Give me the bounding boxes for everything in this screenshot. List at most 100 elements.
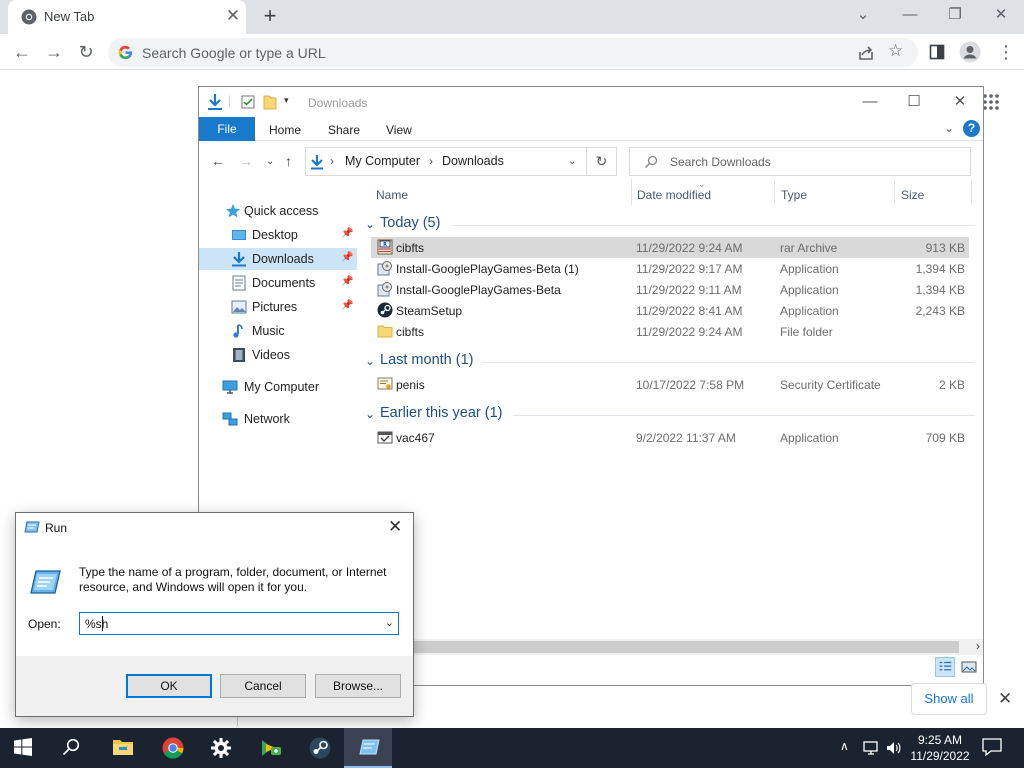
- group-header-last-month[interactable]: ⌄ Last month (1): [365, 351, 975, 373]
- tab-new-tab[interactable]: New Tab ✕: [8, 0, 246, 34]
- share-icon[interactable]: [856, 43, 876, 63]
- ribbon-tab-share[interactable]: Share: [328, 123, 360, 137]
- sidebar-item-documents[interactable]: Documents 📌: [199, 272, 357, 294]
- recent-locations-icon[interactable]: ⌄: [266, 156, 274, 167]
- pin-icon[interactable]: 📌: [341, 228, 353, 239]
- file-row[interactable]: R cibfts 11/29/2022 9:24 AM rar Archive …: [371, 237, 969, 258]
- large-icons-view-icon[interactable]: [959, 657, 979, 677]
- run-open-input[interactable]: %sh ⌄: [79, 612, 399, 635]
- taskbar-file-explorer[interactable]: [98, 728, 146, 768]
- show-all-downloads-button[interactable]: Show all: [911, 683, 987, 715]
- details-view-icon[interactable]: [935, 657, 955, 677]
- run-close-icon[interactable]: ✕: [388, 517, 402, 537]
- pin-icon[interactable]: 📌: [341, 252, 353, 263]
- ok-button[interactable]: OK: [126, 674, 212, 698]
- google-apps-grid-icon[interactable]: [983, 94, 999, 110]
- file-row[interactable]: SteamSetup 11/29/2022 8:41 AM Applicatio…: [371, 300, 969, 321]
- group-header-today[interactable]: ⌄ Today (5): [365, 214, 975, 236]
- explorer-maximize-icon[interactable]: ☐: [899, 92, 929, 112]
- taskbar-settings[interactable]: [197, 728, 245, 768]
- breadcrumb-my-computer[interactable]: My Computer: [345, 154, 420, 168]
- back-arrow-icon[interactable]: ←: [10, 40, 34, 64]
- properties-icon[interactable]: [241, 95, 255, 109]
- group-header-earlier-this-year[interactable]: ⌄ Earlier this year (1): [365, 404, 975, 426]
- file-row[interactable]: Install-GooglePlayGames-Beta 11/29/2022 …: [371, 279, 969, 300]
- scrollbar-thumb[interactable]: [399, 641, 959, 653]
- pin-icon[interactable]: 📌: [341, 300, 353, 311]
- column-header-type[interactable]: Type: [781, 188, 807, 202]
- ribbon-tab-view[interactable]: View: [386, 123, 412, 137]
- new-tab-button[interactable]: +: [258, 5, 282, 29]
- column-divider[interactable]: [631, 179, 632, 205]
- cancel-button[interactable]: Cancel: [220, 674, 306, 698]
- volume-icon[interactable]: [886, 740, 902, 756]
- group-collapse-chevron-icon[interactable]: ⌄: [365, 407, 375, 421]
- column-divider[interactable]: [894, 179, 895, 205]
- reload-icon[interactable]: ↻: [74, 40, 98, 64]
- help-icon[interactable]: ?: [963, 120, 980, 137]
- refresh-icon[interactable]: ↻: [587, 147, 617, 176]
- taskbar-run[interactable]: [344, 728, 392, 768]
- explorer-close-icon[interactable]: ✕: [945, 92, 975, 112]
- file-row[interactable]: vac467 9/2/2022 11:37 AM Application 709…: [371, 427, 969, 448]
- run-titlebar[interactable]: Run ✕: [16, 513, 413, 543]
- sidebar-item-pictures[interactable]: Pictures 📌: [199, 296, 357, 318]
- file-row[interactable]: cibfts 11/29/2022 9:24 AM File folder: [371, 321, 969, 342]
- minimize-icon[interactable]: —: [897, 4, 923, 26]
- file-row[interactable]: Install-GooglePlayGames-Beta (1) 11/29/2…: [371, 258, 969, 279]
- taskbar-search-button[interactable]: [48, 728, 96, 768]
- ribbon-tab-file[interactable]: File: [199, 117, 255, 141]
- nav-forward-icon[interactable]: →: [239, 153, 253, 169]
- sidebar-item-videos[interactable]: Videos: [199, 344, 357, 366]
- pin-icon[interactable]: 📌: [341, 276, 353, 287]
- browse-button[interactable]: Browse...: [315, 674, 401, 698]
- sidebar-item-quick-access[interactable]: Quick access: [199, 200, 357, 222]
- new-folder-icon[interactable]: [263, 94, 277, 110]
- nav-back-icon[interactable]: ←: [211, 153, 225, 169]
- explorer-minimize-icon[interactable]: —: [855, 92, 885, 112]
- explorer-titlebar[interactable]: | ▾ Downloads — ☐ ✕: [199, 87, 983, 117]
- run-history-dropdown-icon[interactable]: ⌄: [385, 616, 394, 629]
- omnibox[interactable]: Search Google or type a URL ☆: [108, 38, 918, 67]
- qat-dropdown-icon[interactable]: ▾: [284, 95, 289, 106]
- sidebar-item-network[interactable]: Network: [199, 408, 357, 430]
- download-bar-close-icon[interactable]: ✕: [998, 689, 1012, 709]
- breadcrumb-downloads[interactable]: Downloads: [442, 154, 504, 168]
- network-tray-icon[interactable]: [863, 740, 881, 756]
- column-header-size[interactable]: Size: [901, 188, 924, 202]
- restore-icon[interactable]: ❐: [942, 4, 968, 26]
- column-divider[interactable]: [971, 179, 972, 205]
- notification-center-icon[interactable]: [982, 738, 1002, 756]
- taskbar-chrome[interactable]: [148, 728, 196, 768]
- address-dropdown-icon[interactable]: ⌄: [568, 156, 576, 167]
- taskbar-steam[interactable]: [295, 728, 343, 768]
- side-panel-icon[interactable]: [929, 44, 945, 60]
- tab-close-icon[interactable]: ✕: [224, 7, 242, 25]
- forward-arrow-icon[interactable]: →: [42, 40, 66, 64]
- group-collapse-chevron-icon[interactable]: ⌄: [365, 217, 375, 231]
- tab-search-chevron-icon[interactable]: ⌄: [850, 4, 876, 26]
- column-header-name[interactable]: Name: [376, 188, 408, 202]
- group-collapse-chevron-icon[interactable]: ⌄: [365, 354, 375, 368]
- ribbon-expand-chevron-icon[interactable]: ⌄: [944, 121, 954, 135]
- search-downloads-input[interactable]: Search Downloads: [629, 147, 971, 176]
- chrome-menu-icon[interactable]: ⋮: [994, 40, 1018, 64]
- sidebar-item-my-computer[interactable]: My Computer: [199, 376, 357, 398]
- horizontal-scrollbar[interactable]: ›: [399, 639, 983, 655]
- start-button[interactable]: [0, 728, 48, 768]
- close-window-icon[interactable]: ✕: [988, 4, 1014, 26]
- address-bar[interactable]: › My Computer › Downloads ⌄: [305, 147, 587, 176]
- ribbon-tab-home[interactable]: Home: [269, 123, 301, 137]
- sidebar-item-music[interactable]: Music: [199, 320, 357, 342]
- profile-avatar-icon[interactable]: [959, 41, 981, 63]
- sidebar-item-downloads[interactable]: Downloads 📌: [199, 248, 357, 270]
- system-clock[interactable]: 9:25 AM 11/29/2022: [906, 732, 974, 764]
- bookmark-star-icon[interactable]: ☆: [888, 41, 903, 61]
- column-divider[interactable]: [774, 179, 775, 205]
- file-row[interactable]: penis 10/17/2022 7:58 PM Security Certif…: [371, 374, 969, 395]
- taskbar-google-play-games[interactable]: [246, 728, 294, 768]
- show-hidden-icons-chevron-icon[interactable]: ∧: [840, 739, 849, 753]
- column-header-date-modified[interactable]: Date modified: [637, 188, 711, 202]
- sidebar-item-desktop[interactable]: Desktop 📌: [199, 224, 357, 246]
- nav-up-icon[interactable]: ↑: [285, 153, 292, 169]
